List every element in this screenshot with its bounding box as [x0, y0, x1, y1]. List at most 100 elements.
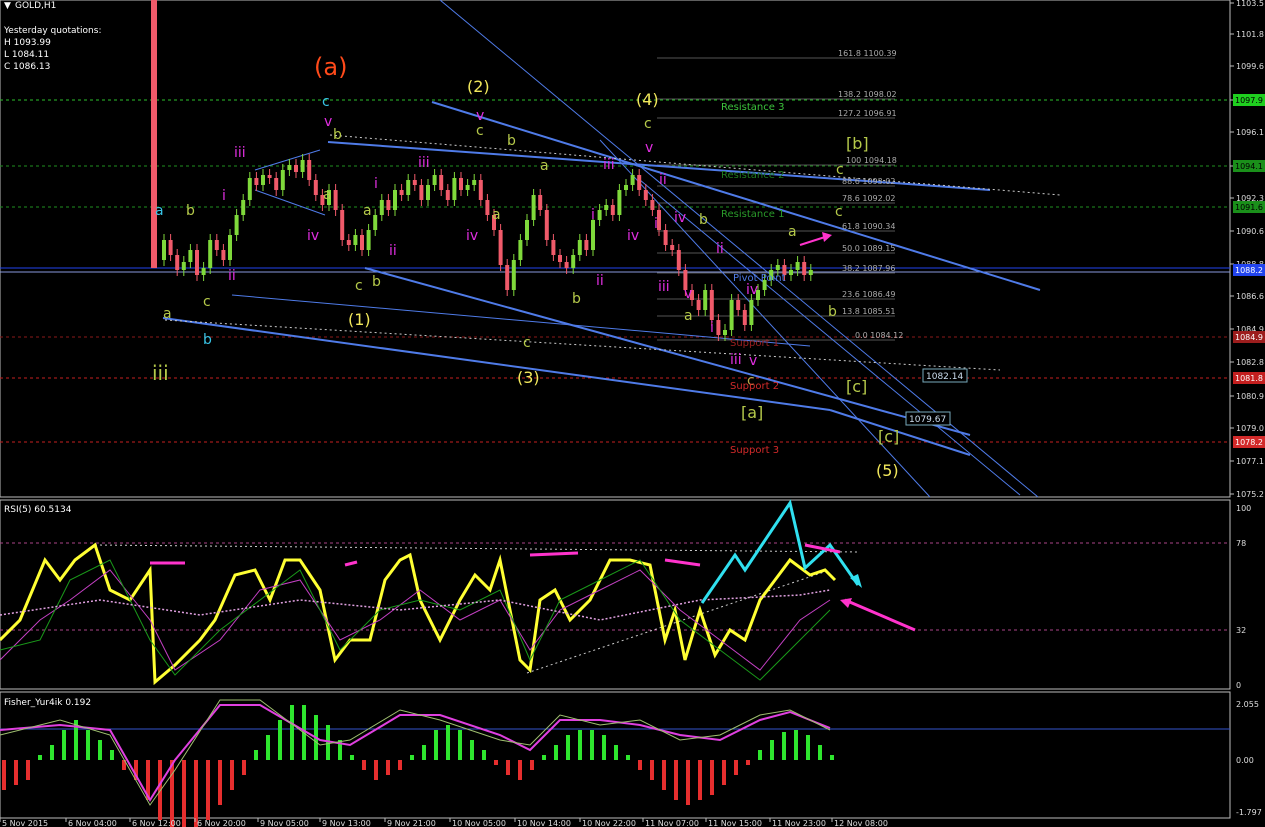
wave-sub-label: iv	[627, 228, 639, 244]
wave-sub-label: c	[355, 278, 363, 294]
menu-triangle-icon[interactable]: ▼	[4, 1, 11, 11]
rsi-level-100: 100	[1236, 504, 1251, 513]
main-price-panel[interactable]	[0, 0, 1231, 498]
candle-body	[808, 270, 813, 275]
time-tick-label: 10 Nov 22:00	[582, 819, 636, 827]
candle-body	[597, 210, 602, 220]
resistance-3-label: Resistance 3	[721, 102, 784, 113]
wave-sub-label: i	[654, 216, 658, 232]
wave-sub-label: c	[836, 162, 844, 178]
wave-sub-label: ii	[596, 273, 604, 289]
candle-body	[307, 160, 312, 180]
fisher-bar-negative	[170, 760, 174, 827]
time-tick-label: 6 Nov 04:00	[68, 819, 117, 827]
candle-body	[511, 260, 516, 290]
fisher-bar-negative	[2, 760, 6, 790]
fisher-bar-positive	[566, 735, 570, 760]
candle-body	[393, 190, 397, 210]
fisher-bar-positive	[458, 730, 462, 760]
resistance-1-label: Resistance 1	[721, 209, 784, 220]
candle-body	[274, 178, 279, 190]
wave-sub-label: a	[788, 224, 797, 240]
candle-body	[221, 250, 226, 260]
price-badge-label: 1094.1	[1235, 162, 1263, 171]
time-tick-label: 9 Nov 21:00	[387, 819, 436, 827]
wave-sub-label: a	[684, 308, 693, 324]
rsi-panel[interactable]	[0, 499, 1231, 690]
fisher-bar-positive	[770, 740, 774, 760]
wave-sub-label: b	[699, 212, 708, 228]
wave-3: (3)	[517, 368, 540, 387]
wave-sub-label: a	[363, 203, 372, 219]
fisher-bar-positive	[446, 725, 450, 760]
wave-sub-label: b	[333, 127, 342, 143]
candle-body	[439, 175, 444, 190]
candle-body	[313, 180, 318, 195]
wave-sub-label: b	[507, 133, 516, 149]
fisher-bar-positive	[806, 735, 810, 760]
wave-sub-label: a	[155, 203, 164, 219]
fib-label: 13.8 1085.51	[842, 307, 895, 316]
fib-label: 88.6 1093.02	[842, 177, 895, 186]
fib-label: 78.6 1092.02	[842, 194, 895, 203]
fisher-bar-positive	[350, 755, 354, 760]
fisher-bar-positive	[62, 730, 66, 760]
fisher-bar-negative	[218, 760, 222, 805]
candle-body	[287, 165, 292, 170]
candle-body	[247, 178, 252, 200]
rsi-level-32: 32	[1236, 626, 1246, 635]
wave-sub-label: iv	[466, 228, 478, 244]
quote-high: H 1093.99	[4, 38, 51, 48]
candle-body	[445, 190, 450, 200]
candle-body	[584, 240, 589, 250]
wave-sub-label: iv	[746, 282, 758, 298]
wave-sub-label: b	[572, 291, 581, 307]
fisher-level-bottom: -1.797	[1236, 808, 1262, 817]
candle-body	[643, 190, 648, 200]
fisher-bar-positive	[542, 755, 546, 760]
candle-body	[531, 195, 536, 220]
price-tick-label: 1099.6	[1236, 62, 1264, 71]
wave-sub-label: a	[540, 158, 549, 174]
fisher-bar-negative	[398, 760, 402, 770]
candle-body	[208, 240, 213, 268]
candle-body	[188, 250, 193, 262]
time-axis[interactable]: 5 Nov 2015 6 Nov 04:00 6 Nov 12:00 6 Nov 20…	[0, 818, 888, 827]
candle-body	[366, 230, 371, 250]
resistance-2-label: Resistance 2	[721, 170, 784, 181]
price-badge-label: 1097.9	[1235, 96, 1263, 105]
chart-canvas[interactable]: (a)(1)(2)(3)(4)(5)[a][b][c][c]iiiabcbcab…	[0, 0, 1265, 827]
wave-sub-label: c	[322, 94, 330, 110]
fisher-bar-negative	[494, 760, 498, 765]
wave-bracket-a: [a]	[741, 403, 763, 422]
candle-body	[505, 265, 510, 290]
fisher-bar-negative	[650, 760, 654, 780]
quotes-heading: Yesterday quotations:	[3, 26, 101, 36]
candle-body	[577, 240, 582, 255]
fisher-bar-positive	[602, 735, 606, 760]
fib-label: 23.6 1086.49	[842, 290, 895, 299]
price-tick-label: 1080.9	[1236, 392, 1264, 401]
candle-body	[432, 175, 437, 185]
price-axis[interactable]: 1103.51101.81099.61098.01096.11094.41092…	[1230, 0, 1265, 499]
wave-sub-label: v	[684, 286, 692, 302]
candle-body	[551, 240, 556, 255]
fisher-bar-negative	[710, 760, 714, 795]
fisher-bar-negative	[158, 760, 162, 820]
candle-body	[234, 215, 239, 235]
fisher-bar-negative	[182, 760, 186, 827]
wave-sub-label: a	[492, 207, 501, 223]
wave-sub-label: ii	[389, 243, 397, 259]
candle-body	[749, 300, 754, 325]
candle-body	[617, 190, 622, 215]
fisher-bar-positive	[590, 730, 594, 760]
pivot-point-label: Pivot Point	[733, 273, 786, 284]
rsi-level-78: 78	[1236, 539, 1246, 548]
candle-body	[670, 245, 675, 250]
candle-body	[485, 200, 490, 215]
fisher-bar-negative	[638, 760, 642, 770]
candle-body	[360, 235, 364, 250]
fisher-title: Fisher_Yur4ik 0.192	[4, 698, 91, 708]
candle-body	[340, 210, 345, 240]
fisher-bar-negative	[506, 760, 510, 775]
